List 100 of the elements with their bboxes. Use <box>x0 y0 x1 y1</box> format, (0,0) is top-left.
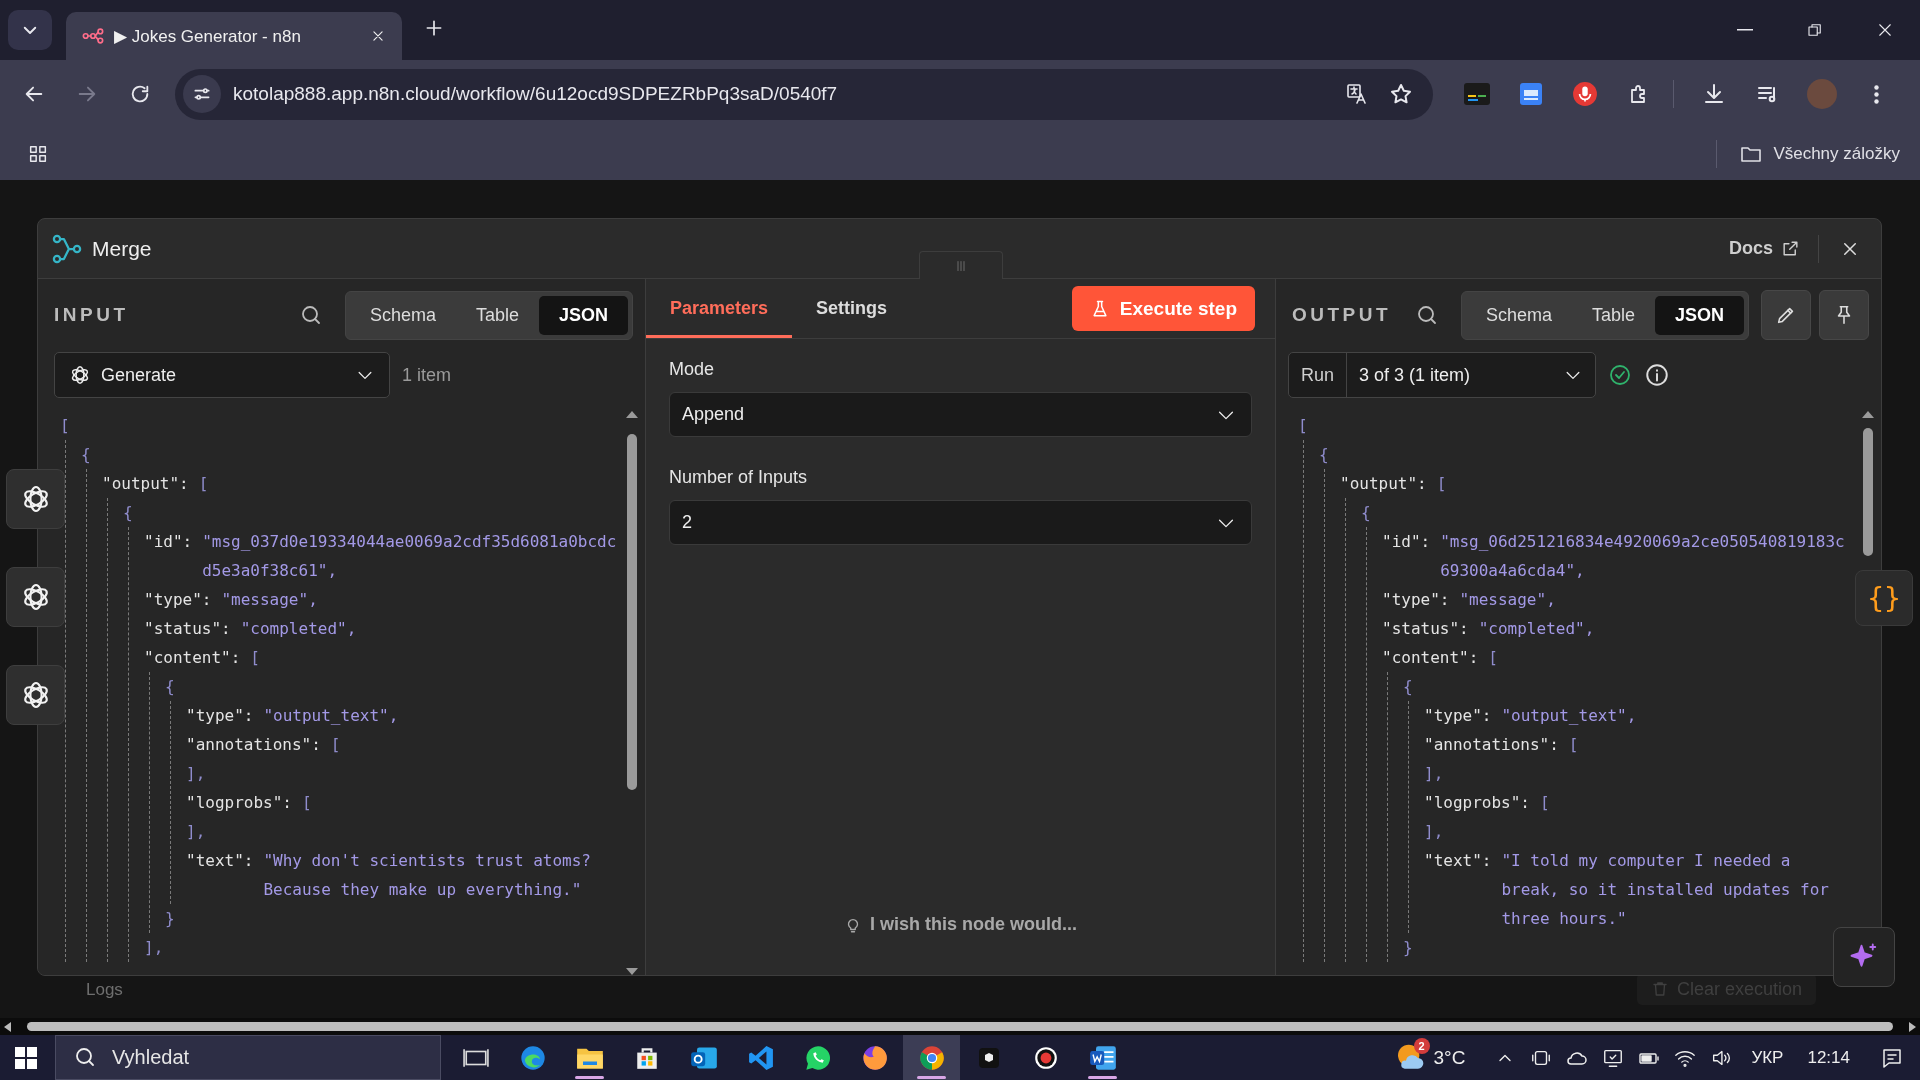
field-label: Number of Inputs <box>669 467 809 488</box>
browser-tab[interactable]: ▶ Jokes Generator - n8n <box>66 12 402 60</box>
windows-logo-icon <box>15 1046 37 1069</box>
json-line: [ <box>1298 415 1309 437</box>
microphone-icon <box>1572 81 1598 107</box>
json-line: "type": "message", <box>144 589 319 611</box>
run-label: Run <box>1289 353 1348 397</box>
weather-button[interactable]: 2 <box>1391 1039 1428 1076</box>
panel-tab[interactable]: Settings <box>792 279 912 338</box>
minimize-icon <box>1737 29 1753 31</box>
json-line: ], <box>1424 821 1445 843</box>
external-link-icon <box>1781 239 1800 258</box>
json-line: "logprobs": [ <box>186 792 313 814</box>
node-chain-icon <box>82 25 104 47</box>
json-line: "id": "msg_037d0e19334044ae0069a2cdf35d6081a0bcdcd5e3a0f38c61", <box>144 531 617 582</box>
item-count: 1 item <box>402 364 452 386</box>
document-icon <box>1088 1044 1117 1071</box>
reload-icon <box>129 83 151 105</box>
json-line: "status": "completed", <box>144 618 358 640</box>
window-icon <box>1519 82 1543 106</box>
merge-icon <box>52 233 82 264</box>
view-tab[interactable]: JSON <box>538 295 628 335</box>
plus-icon <box>424 18 444 38</box>
view-tab[interactable]: Table <box>455 295 539 335</box>
terminal-icon <box>1464 83 1490 105</box>
close-icon <box>1876 21 1894 39</box>
search-field[interactable]: Vyhledat <box>55 1035 441 1080</box>
bookmarks-folder[interactable]: Všechny záložky <box>1731 136 1908 172</box>
more-vertical-icon <box>1873 84 1879 104</box>
json-line: } <box>165 908 176 930</box>
json-line: "text": "Why don't scientists trust atoms? Because they make up everything." <box>186 850 592 901</box>
node-card[interactable] <box>6 469 65 529</box>
close-icon <box>371 29 385 43</box>
code-button[interactable]: {} <box>1855 570 1913 626</box>
knot-icon <box>69 364 91 386</box>
pin-button[interactable] <box>1819 290 1869 340</box>
orb-icon <box>860 1043 889 1072</box>
json-line: { <box>1361 502 1372 524</box>
notification-badge: 2 <box>1413 1037 1430 1054</box>
json-line: ], <box>144 937 165 959</box>
check-circle-icon <box>1608 363 1632 387</box>
record-icon <box>1032 1044 1059 1071</box>
json-line: } <box>1403 937 1414 959</box>
download-icon <box>1702 82 1726 106</box>
drag-handle[interactable] <box>919 251 1003 279</box>
node-card[interactable] <box>6 665 65 725</box>
clock[interactable]: 12:14 <box>1807 1047 1850 1068</box>
docs-link[interactable]: Docs <box>1729 238 1800 259</box>
grid-icon <box>27 143 49 165</box>
json-line: "type": "message", <box>1382 589 1557 611</box>
horizontal-scrollbar[interactable] <box>4 1021 1916 1032</box>
url-text: kotolap888.app.n8n.cloud/workflow/6u12ocd9SDPEZRbPq3saD/0540f7 <box>233 83 839 105</box>
chat-bubble-icon <box>803 1043 832 1072</box>
panel-heading: OUTPUT <box>1292 304 1392 326</box>
run-select[interactable]: Run 3 of 3 (1 item) <box>1288 352 1596 398</box>
ribbon-icon <box>747 1044 774 1071</box>
star-icon <box>1389 82 1413 106</box>
cube-icon <box>976 1045 1001 1070</box>
json-line: { <box>165 676 176 698</box>
node-select[interactable]: Generate <box>54 352 390 398</box>
feedback-link[interactable]: I wish this node would... <box>844 914 1077 935</box>
site-info-button[interactable] <box>183 75 221 113</box>
view-tab[interactable]: Schema <box>1465 295 1572 335</box>
json-line: { <box>81 444 92 466</box>
json-line: { <box>1319 444 1330 466</box>
scroll-up-arrow-icon[interactable] <box>1862 411 1874 418</box>
info-icon <box>1644 362 1670 388</box>
edit-button[interactable] <box>1761 290 1811 340</box>
trash-icon <box>1651 980 1669 998</box>
temperature-text: 3°C <box>1433 1046 1466 1069</box>
run-dropdown[interactable]: 3 of 3 (1 item) <box>1347 353 1595 397</box>
json-line: ], <box>186 763 207 785</box>
round-browser-icon <box>917 1043 946 1072</box>
restore-icon <box>1806 21 1824 39</box>
json-line: "output": [ <box>102 473 210 495</box>
scroll-up-arrow-icon[interactable] <box>626 411 638 418</box>
scroll-left-arrow-icon[interactable] <box>4 1021 11 1032</box>
translate-icon <box>1345 82 1369 106</box>
json-line: "id": "msg_06d251216834e4920069a2ce050540819183c69300a4a6cda4", <box>1382 531 1846 582</box>
address-bar[interactable]: kotolap888.app.n8n.cloud/workflow/6u12ocd9SDPEZRbPq3saD/0540f7 <box>175 68 1433 120</box>
scroll-down-arrow-icon[interactable] <box>626 968 638 975</box>
scrollbar[interactable] <box>625 411 639 975</box>
node-title: Merge <box>92 236 152 261</box>
json-line: "annotations": [ <box>186 734 342 756</box>
ai-assistant-button[interactable] <box>1833 927 1895 987</box>
json-line: "text": "I told my computer I needed a break, so it installed updates for three hours." <box>1424 850 1830 930</box>
avatar <box>1807 79 1837 109</box>
view-tab[interactable]: Table <box>1571 295 1655 335</box>
field-label: Mode <box>669 359 716 380</box>
scroll-right-arrow-icon[interactable] <box>1909 1021 1916 1032</box>
json-line: "type": "output_text", <box>1424 705 1638 727</box>
select-field[interactable]: 2 <box>669 500 1252 545</box>
language-indicator[interactable]: УКР <box>1751 1047 1784 1068</box>
node-card[interactable] <box>6 567 65 627</box>
json-line: "status": "completed", <box>1382 618 1596 640</box>
panel-tab[interactable]: Parameters <box>646 279 793 338</box>
view-tab[interactable]: JSON <box>1654 295 1744 335</box>
view-tab[interactable]: Schema <box>349 295 456 335</box>
select-field[interactable]: Append <box>669 392 1252 437</box>
json-line: [ <box>60 415 71 437</box>
